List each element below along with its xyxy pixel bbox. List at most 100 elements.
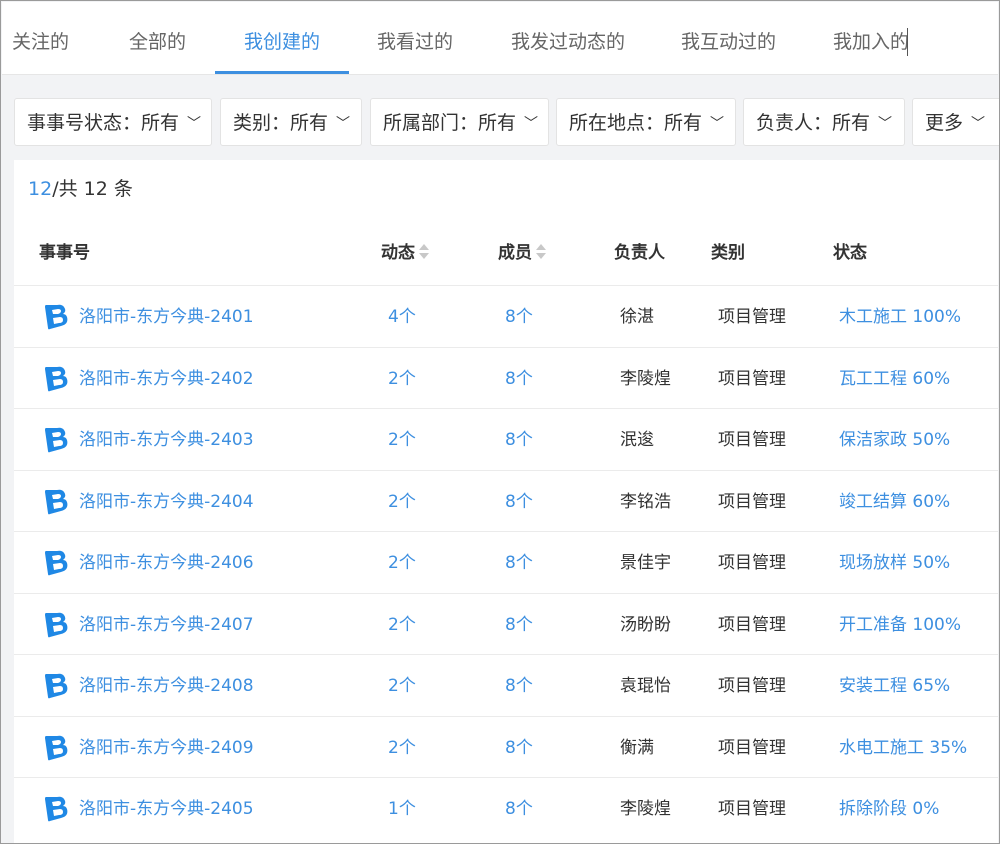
row-name-link[interactable]: 洛阳市-东方今典-2408	[79, 655, 254, 716]
row-owner: 李陵煌	[620, 368, 671, 389]
row-category: 项目管理	[718, 614, 786, 635]
row-status-link[interactable]: 开工准备 100%	[839, 594, 961, 655]
filter-owner-label: 负责人：	[756, 112, 833, 134]
result-count: 12/共 12 条	[28, 174, 133, 201]
row-owner: 李铭浩	[620, 491, 671, 512]
row-status-link[interactable]: 水电工施工 35%	[839, 717, 967, 778]
table-row[interactable]: 洛阳市-东方今典-2402 2个 8个 李陵煌 项目管理 瓦工工程 60%	[14, 346, 998, 409]
row-category: 项目管理	[718, 553, 786, 573]
row-name-link[interactable]: 洛阳市-东方今典-2402	[79, 348, 254, 409]
row-name-link[interactable]: 洛阳市-东方今典-2405	[79, 778, 254, 839]
row-members-link[interactable]: 8个	[505, 532, 533, 593]
chevron-down-icon: ﹀	[336, 116, 351, 132]
filter-location-label: 所在地点：	[569, 112, 665, 134]
row-name-link[interactable]: 洛阳市-东方今典-2401	[79, 286, 254, 347]
row-posts-link[interactable]: 2个	[388, 471, 416, 532]
filter-status[interactable]: 事事号状态：所有 ﹀	[14, 98, 212, 146]
b-logo-icon	[42, 364, 72, 394]
row-members-link[interactable]: 8个	[505, 409, 533, 470]
table-row[interactable]: 洛阳市-东方今典-2401 4个 8个 徐湛 项目管理 木工施工 100%	[14, 285, 998, 347]
row-owner: 衡满	[620, 737, 654, 758]
row-category: 项目管理	[718, 799, 786, 819]
table-row[interactable]: 洛阳市-东方今典-2407 2个 8个 汤盼盼 项目管理 开工准备 100%	[14, 592, 998, 655]
row-status-link[interactable]: 现场放样 50%	[839, 532, 950, 593]
row-posts-link[interactable]: 2个	[388, 655, 416, 716]
list-panel: 12/共 12 条 事事号 动态 成员 负责人 类别 状态 洛阳市-东方今典-2…	[14, 160, 998, 843]
row-posts-link[interactable]: 2个	[388, 348, 416, 409]
row-category: 项目管理	[718, 307, 786, 327]
filter-department-label: 所属部门：	[383, 112, 479, 134]
row-status-link[interactable]: 木工施工 100%	[839, 286, 961, 347]
filter-category-value: 所有	[290, 112, 329, 134]
filter-more[interactable]: 更多 ﹀	[912, 98, 999, 146]
row-members-link[interactable]: 8个	[505, 348, 533, 409]
chevron-down-icon: ﹀	[971, 116, 986, 132]
tab-all[interactable]: 全部的	[129, 2, 186, 74]
row-status-link[interactable]: 拆除阶段 0%	[839, 778, 939, 839]
row-posts-link[interactable]: 4个	[388, 286, 416, 347]
column-header-name: 事事号	[39, 243, 90, 263]
row-posts-link[interactable]: 2个	[388, 717, 416, 778]
chevron-down-icon: ﹀	[187, 116, 202, 132]
row-status-link[interactable]: 竣工结算 60%	[839, 471, 950, 532]
row-posts-link[interactable]: 2个	[388, 594, 416, 655]
column-header-owner: 负责人	[614, 243, 665, 263]
row-members-link[interactable]: 8个	[505, 286, 533, 347]
column-header-posts-label: 动态	[381, 243, 415, 263]
row-category: 项目管理	[718, 737, 786, 758]
tab-created-by-me[interactable]: 我创建的	[244, 2, 320, 74]
row-name-link[interactable]: 洛阳市-东方今典-2404	[79, 471, 254, 532]
column-header-posts[interactable]: 动态	[381, 238, 429, 263]
column-header-members-label: 成员	[498, 243, 532, 263]
row-status-link[interactable]: 安装工程 65%	[839, 655, 950, 716]
tab-interacted[interactable]: 我互动过的	[681, 2, 776, 74]
row-name-link[interactable]: 洛阳市-东方今典-2409	[79, 717, 254, 778]
row-posts-link[interactable]: 2个	[388, 409, 416, 470]
tab-following[interactable]: 关注的	[12, 2, 69, 74]
row-members-link[interactable]: 8个	[505, 655, 533, 716]
tab-joined[interactable]: 我加入的	[833, 2, 909, 74]
table-row[interactable]: 洛阳市-东方今典-2404 2个 8个 李铭浩 项目管理 竣工结算 60%	[14, 469, 998, 532]
table-row[interactable]: 洛阳市-东方今典-2406 2个 8个 景佳宇 项目管理 现场放样 50%	[14, 531, 998, 593]
sort-icon[interactable]	[536, 244, 546, 260]
filter-department-value: 所有	[478, 112, 517, 134]
row-owner: 徐湛	[620, 307, 654, 327]
row-status-link[interactable]: 保洁家政 50%	[839, 409, 950, 470]
filter-owner[interactable]: 负责人：所有 ﹀	[743, 98, 905, 146]
tab-viewed[interactable]: 我看过的	[377, 2, 453, 74]
filter-category[interactable]: 类别：所有 ﹀	[220, 98, 362, 146]
chevron-down-icon: ﹀	[710, 116, 725, 132]
tab-bar: 关注的 全部的 我创建的 我看过的 我发过动态的 我互动过的 我加入的	[2, 2, 998, 75]
tab-posted[interactable]: 我发过动态的	[511, 2, 625, 74]
row-members-link[interactable]: 8个	[505, 471, 533, 532]
column-header-members[interactable]: 成员	[498, 238, 546, 263]
table-row[interactable]: 洛阳市-东方今典-2409 2个 8个 衡满 项目管理 水电工施工 35%	[14, 715, 998, 778]
row-name-link[interactable]: 洛阳市-东方今典-2403	[79, 409, 254, 470]
filter-status-label: 事事号状态：	[27, 112, 142, 134]
row-members-link[interactable]: 8个	[505, 594, 533, 655]
b-logo-icon	[42, 302, 72, 332]
row-category: 项目管理	[718, 368, 786, 389]
sort-icon[interactable]	[419, 244, 429, 260]
row-category: 项目管理	[718, 676, 786, 696]
row-name-link[interactable]: 洛阳市-东方今典-2407	[79, 594, 254, 655]
row-status-link[interactable]: 瓦工工程 60%	[839, 348, 950, 409]
b-logo-icon	[42, 548, 72, 578]
filter-department[interactable]: 所属部门：所有 ﹀	[370, 98, 549, 146]
filter-status-value: 所有	[141, 112, 180, 134]
row-members-link[interactable]: 8个	[505, 778, 533, 839]
filter-location-value: 所有	[664, 112, 703, 134]
row-members-link[interactable]: 8个	[505, 717, 533, 778]
filter-category-label: 类别：	[233, 112, 291, 134]
b-logo-icon	[42, 487, 72, 517]
table-row[interactable]: 洛阳市-东方今典-2403 2个 8个 泯逡 项目管理 保洁家政 50%	[14, 408, 998, 470]
row-name-link[interactable]: 洛阳市-东方今典-2406	[79, 532, 254, 593]
table-row[interactable]: 洛阳市-东方今典-2408 2个 8个 袁琨怡 项目管理 安装工程 65%	[14, 654, 998, 716]
chevron-down-icon: ﹀	[878, 116, 893, 132]
row-posts-link[interactable]: 1个	[388, 778, 416, 839]
filter-more-label: 更多	[925, 112, 964, 134]
table-row[interactable]: 洛阳市-东方今典-2405 1个 8个 李陵煌 项目管理 拆除阶段 0%	[14, 777, 998, 839]
b-logo-icon	[42, 794, 72, 824]
filter-location[interactable]: 所在地点：所有 ﹀	[556, 98, 736, 146]
row-posts-link[interactable]: 2个	[388, 532, 416, 593]
